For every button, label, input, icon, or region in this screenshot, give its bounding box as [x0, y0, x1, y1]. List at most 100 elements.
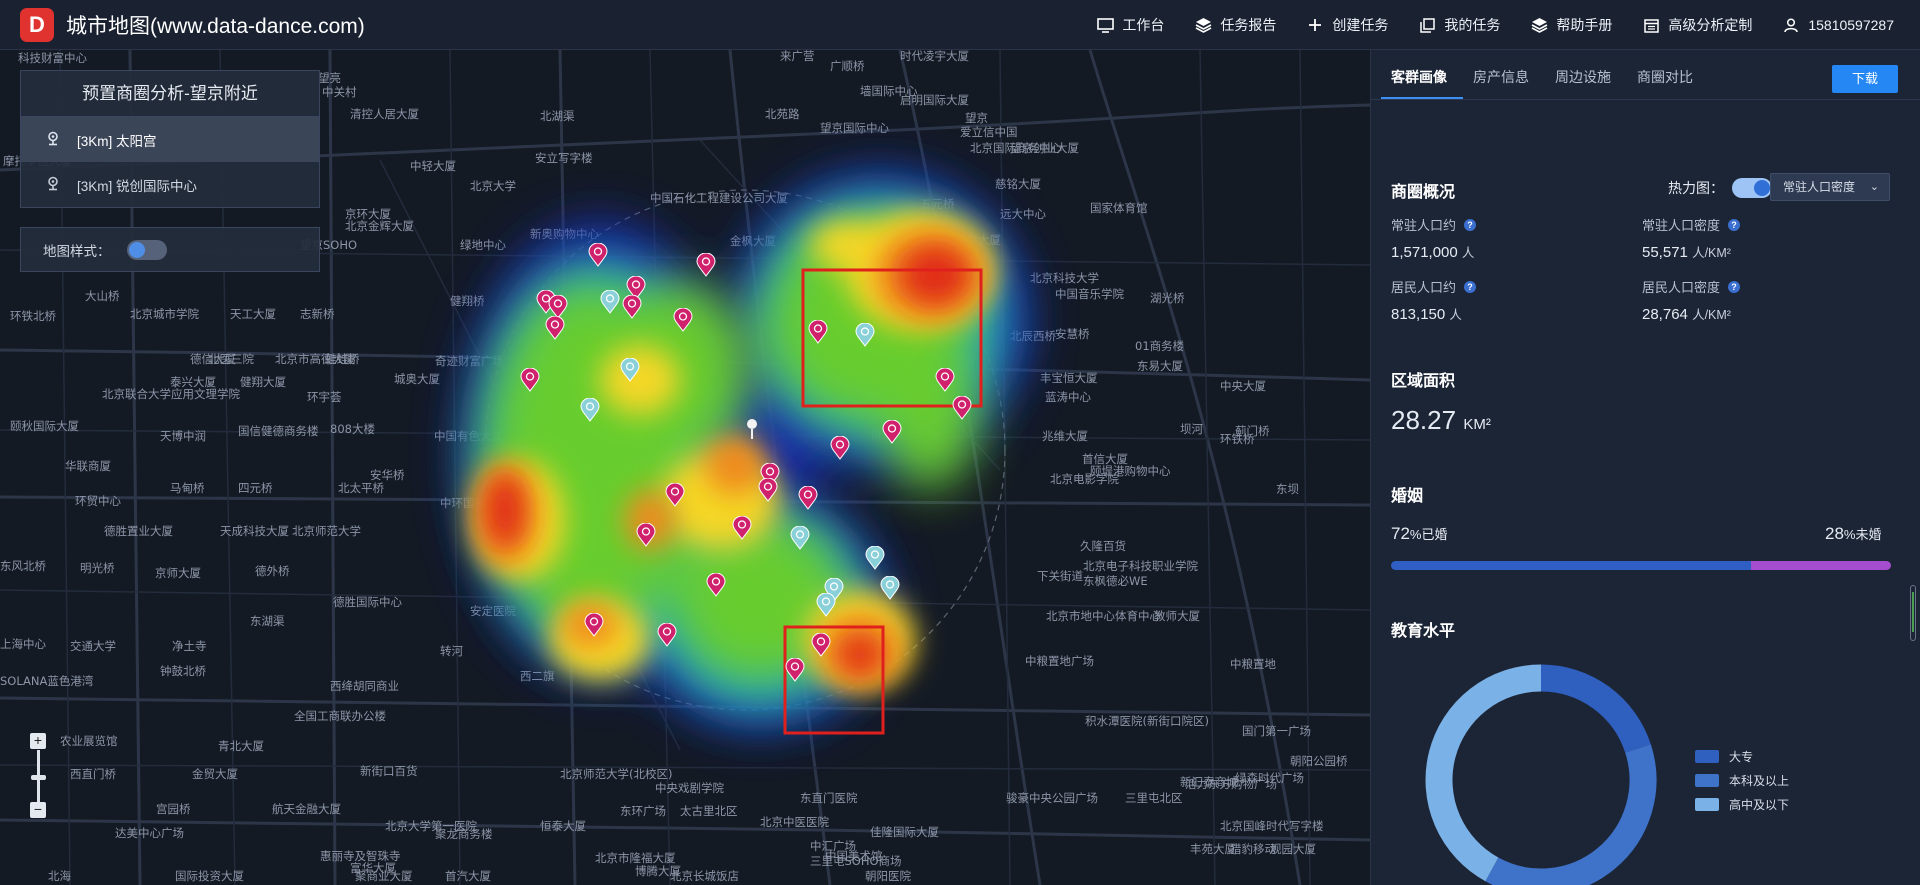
map-marker-pink-icon[interactable] [520, 368, 540, 392]
heatmap-select-value: 常驻人口密度 [1783, 180, 1856, 194]
chevron-down-icon: ⌄ [1869, 181, 1879, 193]
nav-workbench[interactable]: 工作台 [1096, 15, 1164, 35]
heatmap-toggle[interactable] [1732, 178, 1772, 198]
app-title: 城市地图(www.data-dance.com) [66, 14, 365, 38]
map-marker-pink-icon[interactable] [545, 316, 565, 340]
tab-area-compare[interactable]: 商圈对比 [1627, 67, 1709, 99]
user-icon [1782, 16, 1800, 34]
overview-title: 商圈概况 [1391, 184, 1456, 201]
preset-item-ruichuang[interactable]: [3Km] 锐创国际中心 [21, 162, 319, 207]
nav-my-tasks[interactable]: 我的任务 [1418, 15, 1500, 35]
legend-label: 高中及以下 [1729, 798, 1790, 812]
monitor-icon [1096, 16, 1114, 34]
donut-slice-1[interactable] [1485, 744, 1657, 885]
map-marker-pink-icon[interactable] [952, 396, 972, 420]
map-style-label: 地图样式： [43, 243, 111, 259]
unmarried-bar-segment [1751, 561, 1891, 570]
legend-swatch [1695, 798, 1719, 811]
sidebar-scrollbar[interactable] [1910, 585, 1916, 641]
help-icon[interactable]: ? [1728, 280, 1741, 293]
map-marker-pink-icon[interactable] [732, 516, 752, 540]
map-marker-pink-icon[interactable] [657, 623, 677, 647]
calendar-icon [1642, 16, 1660, 34]
layers-icon [1194, 16, 1212, 34]
map-style-toggle[interactable] [126, 239, 167, 260]
legend-label: 大专 [1729, 750, 1754, 764]
preset-item-taiyanggong[interactable]: [3Km] 太阳宫 [21, 117, 319, 162]
stat-label: 常驻人口密度 [1642, 218, 1721, 233]
map-marker-teal-icon[interactable] [855, 323, 875, 347]
stat-residential-density: 居民人口密度? 28,764 人/KM² [1642, 277, 1741, 323]
zoom-slider-thumb[interactable] [31, 775, 46, 780]
stat-value: 1,571,000 [1391, 244, 1458, 261]
legend-item-highschool: 高中及以下 [1695, 796, 1789, 813]
map-canvas[interactable]: 科技财富中心 来广营 广顺桥 时代凌宇大厦 望亮 中关村 墙国际中心 启明国际大厦 清控人居大厦… [0, 50, 1370, 885]
education-title: 教育水平 [1391, 623, 1456, 640]
map-marker-pink-icon[interactable] [798, 486, 818, 510]
map-marker-pink-icon[interactable] [588, 243, 608, 267]
stat-unit: 人/KM² [1692, 246, 1731, 260]
map-marker-pink-icon[interactable] [811, 633, 831, 657]
map-marker-pink-icon[interactable] [758, 478, 778, 502]
zoom-in-button[interactable]: + [30, 733, 46, 749]
map-marker-pink-icon[interactable] [622, 295, 642, 319]
nav-label: 15810597287 [1808, 17, 1894, 33]
map-marker-teal-icon[interactable] [620, 358, 640, 382]
map-marker-pink-icon[interactable] [706, 573, 726, 597]
map-marker-pink-icon[interactable] [785, 658, 805, 682]
map-marker-pink-icon[interactable] [673, 308, 693, 332]
stat-label: 居民人口密度 [1642, 280, 1721, 295]
map-marker-teal-icon[interactable] [790, 526, 810, 550]
stat-label: 居民人口约 [1391, 280, 1457, 295]
center-pin-icon[interactable] [745, 418, 759, 440]
stat-unit: 人 [1461, 246, 1475, 260]
preset-panel-title: 预置商圈分析-望京附近 [21, 71, 319, 117]
nav-user-account[interactable]: 15810597287 [1782, 16, 1894, 34]
preset-item-label: [3Km] 锐创国际中心 [77, 178, 198, 194]
heatmap-metric-select[interactable]: 常驻人口密度 ⌄ [1770, 173, 1890, 201]
help-icon[interactable]: ? [1728, 218, 1741, 231]
nav-label: 帮助手册 [1556, 17, 1613, 33]
map-marker-teal-icon[interactable] [816, 593, 836, 617]
map-marker-teal-icon[interactable] [580, 398, 600, 422]
nav-label: 任务报告 [1220, 17, 1277, 33]
top-bar: D 城市地图(www.data-dance.com) 工作台 任务报告 创建任务… [0, 0, 1920, 50]
nav-label: 我的任务 [1444, 17, 1501, 33]
map-marker-teal-icon[interactable] [865, 546, 885, 570]
map-marker-pink-icon[interactable] [808, 320, 828, 344]
map-marker-pink-icon[interactable] [584, 613, 604, 637]
nav-task-report[interactable]: 任务报告 [1194, 15, 1276, 35]
donut-slice-2[interactable] [1425, 664, 1542, 882]
tab-nearby-facilities[interactable]: 周边设施 [1545, 67, 1627, 99]
zoom-out-button[interactable]: − [30, 802, 46, 818]
married-bar-segment [1391, 561, 1751, 570]
map-marker-pink-icon[interactable] [696, 253, 716, 277]
area-title: 区域面积 [1391, 373, 1456, 390]
plus-icon [1306, 16, 1324, 34]
nav-create-task[interactable]: 创建任务 [1306, 15, 1388, 35]
nav-label: 高级分析定制 [1668, 17, 1753, 33]
map-marker-pink-icon[interactable] [636, 523, 656, 547]
help-icon[interactable]: ? [1464, 280, 1477, 293]
help-icon[interactable]: ? [1464, 218, 1477, 231]
preset-item-label: [3Km] 太阳宫 [77, 133, 157, 149]
area-unit: KM² [1463, 416, 1491, 433]
location-pin-icon [47, 131, 59, 149]
map-marker-pink-icon[interactable] [882, 420, 902, 444]
map-style-control: 地图样式： [20, 227, 320, 272]
map-marker-pink-icon[interactable] [830, 436, 850, 460]
nav-advanced-analysis[interactable]: 高级分析定制 [1642, 15, 1752, 35]
nav-help-manual[interactable]: 帮助手册 [1530, 15, 1612, 35]
tab-customer-profile[interactable]: 客群画像 [1381, 67, 1463, 99]
stat-residential-population: 居民人口约? 813,150 人 [1391, 277, 1477, 323]
map-marker-pink-icon[interactable] [665, 483, 685, 507]
map-marker-teal-icon[interactable] [600, 290, 620, 314]
map-marker-pink-icon[interactable] [935, 368, 955, 392]
tab-property-info[interactable]: 房产信息 [1463, 67, 1545, 99]
donut-slice-0[interactable] [1540, 664, 1651, 754]
app-logo[interactable]: D [20, 7, 54, 42]
download-button[interactable]: 下载 [1832, 65, 1898, 93]
zoom-control: + − [30, 733, 48, 819]
legend-swatch [1695, 750, 1719, 763]
map-marker-teal-icon[interactable] [880, 576, 900, 600]
